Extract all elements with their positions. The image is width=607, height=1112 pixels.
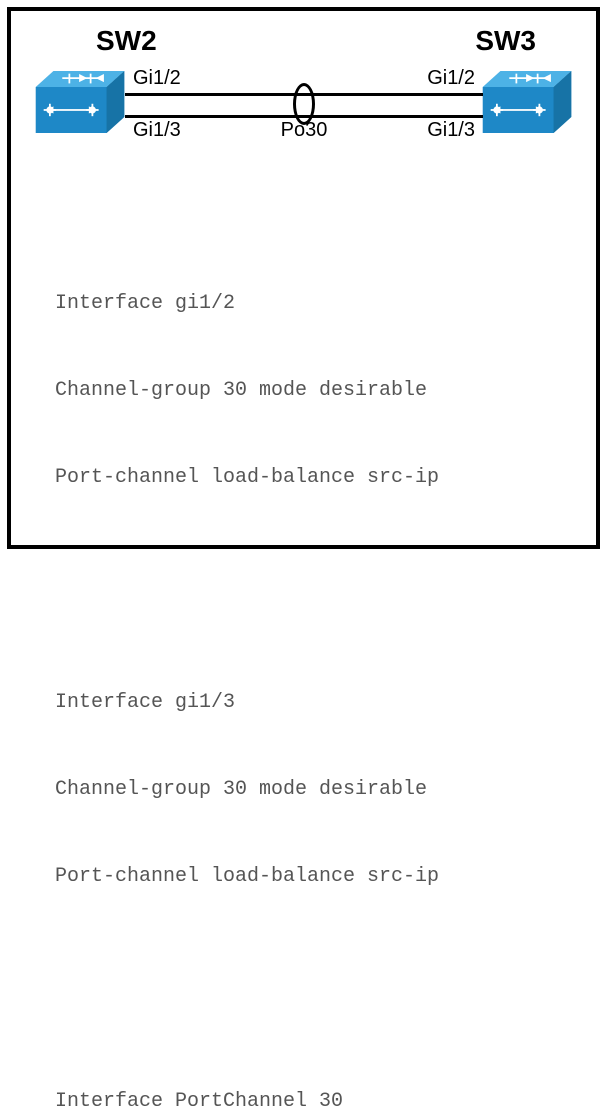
port-label-sw3-gi12: Gi1/2 [427,67,475,90]
config-interface-gi12: Interface gi1/2 Channel-group 30 mode de… [55,231,576,550]
diagram-frame: SW2 SW3 [7,7,600,549]
config-line: Channel-group 30 mode desirable [55,376,576,405]
config-line: Interface gi1/2 [55,289,576,318]
config-line: Port-channel load-balance src-ip [55,862,576,891]
switch-sw2-title: SW2 [96,25,157,57]
port-label-sw2-gi13: Gi1/3 [133,119,181,142]
port-label-sw3-gi13: Gi1/3 [427,119,475,142]
port-label-sw2-gi12: Gi1/2 [133,67,181,90]
portchannel-label: Po30 [281,119,328,142]
config-interface-po30: Interface PortChannel 30 Switchport mode… [55,1029,576,1112]
switch-sw3-title: SW3 [475,25,536,57]
switch-sw3-icon [482,71,572,133]
config-block: Interface gi1/2 Channel-group 30 mode de… [55,173,576,1112]
switch-sw2-icon [35,71,125,133]
config-line: Interface gi1/3 [55,688,576,717]
config-line: Interface PortChannel 30 [55,1087,576,1112]
link-bundle: Gi1/2 Gi1/2 Gi1/3 Gi1/3 Po30 [125,71,483,133]
config-interface-gi13: Interface gi1/3 Channel-group 30 mode de… [55,630,576,949]
config-line: Channel-group 30 mode desirable [55,775,576,804]
config-line: Port-channel load-balance src-ip [55,463,576,492]
